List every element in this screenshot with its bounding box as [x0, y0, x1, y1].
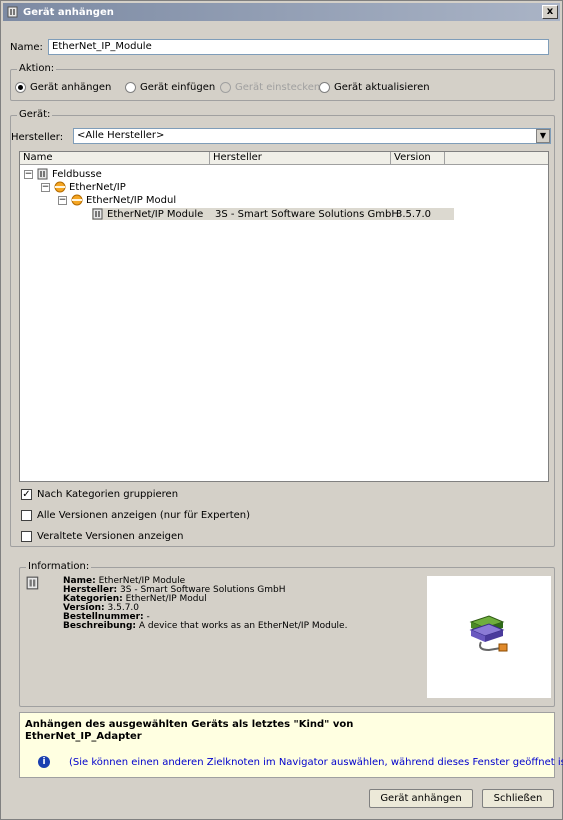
tree-node-feldbusse[interactable]: − Feldbusse: [24, 168, 102, 180]
info-key: Beschreibung:: [63, 621, 136, 631]
radio-insert[interactable]: Gerät einfügen: [125, 82, 215, 93]
radio-update[interactable]: Gerät aktualisieren: [319, 82, 430, 93]
device-group: Gerät: Hersteller: <Alle Hersteller> ▼ N…: [10, 109, 555, 547]
tree-node-version: 3.5.7.0: [396, 208, 431, 220]
device-image: [427, 576, 551, 698]
checkbox-all-versions[interactable]: Alle Versionen anzeigen (nur für Experte…: [21, 510, 250, 521]
device-illustration-icon: [469, 615, 508, 652]
collapse-icon[interactable]: −: [58, 195, 67, 205]
network-icon: [54, 181, 66, 193]
radio-attach[interactable]: Gerät anhängen: [15, 82, 111, 93]
manufacturer-label: Hersteller:: [11, 132, 64, 143]
close-button[interactable]: Schließen: [482, 789, 554, 808]
column-header-manufacturer[interactable]: Hersteller: [210, 152, 391, 164]
manufacturer-value: <Alle Hersteller>: [77, 130, 165, 141]
checkbox[interactable]: [21, 510, 32, 521]
checkbox-label: Veraltete Versionen anzeigen: [37, 531, 184, 542]
radio-label: Gerät aktualisieren: [334, 82, 430, 93]
tree-node-label: EtherNet/IP: [69, 181, 126, 193]
collapse-icon[interactable]: −: [24, 169, 33, 179]
tree-header: Name Hersteller Version: [20, 152, 548, 165]
title-bar: Gerät anhängen x: [3, 3, 560, 21]
tree-node-label: EtherNet/IP Modul: [86, 194, 177, 206]
device-icon: [7, 6, 18, 18]
tree-node-ethernetip[interactable]: − EtherNet/IP: [41, 181, 126, 193]
action-legend: Aktion:: [17, 63, 57, 74]
tree-node-ethernetip-modul[interactable]: − EtherNet/IP Modul: [58, 194, 176, 206]
column-header-version[interactable]: Version: [391, 152, 445, 164]
radio-button[interactable]: [319, 82, 330, 93]
hint-note: (Sie können einen anderen Zielknoten im …: [69, 757, 563, 768]
tree-node-label: Feldbusse: [52, 168, 102, 180]
information-group: Information: Name: EtherNet/IP Module He…: [19, 561, 555, 707]
radio-plug: Gerät einstecken: [220, 82, 320, 93]
hint-box: Anhängen des ausgewählten Geräts als let…: [19, 712, 563, 778]
device-legend: Gerät:: [17, 109, 53, 120]
name-label: Name:: [10, 42, 43, 53]
tree-node-label: EtherNet/IP Module: [107, 208, 204, 220]
checkbox-group-by-category[interactable]: ✓ Nach Kategorien gruppieren: [21, 489, 178, 500]
hint-title-line1: Anhängen des ausgewählten Geräts als let…: [25, 719, 354, 730]
name-input[interactable]: EtherNet_IP_Module: [48, 39, 549, 55]
checkbox-obsolete-versions[interactable]: Veraltete Versionen anzeigen: [21, 531, 183, 542]
device-icon: [26, 576, 39, 590]
radio-button[interactable]: [125, 82, 136, 93]
hint-title: Anhängen des ausgewählten Geräts als let…: [25, 719, 353, 743]
hint-title-line2: EtherNet_IP_Adapter: [25, 731, 142, 742]
network-icon: [71, 194, 83, 206]
info-value: A device that works as an EtherNet/IP Mo…: [138, 621, 348, 631]
collapse-icon[interactable]: −: [41, 182, 50, 192]
close-window-button[interactable]: x: [542, 5, 558, 19]
column-header-name[interactable]: Name: [20, 152, 210, 164]
checkbox[interactable]: ✓: [21, 489, 32, 500]
tree-node-ethernetip-module[interactable]: EtherNet/IP Module 3S - Smart Software S…: [92, 208, 454, 220]
chevron-down-icon[interactable]: ▼: [536, 129, 550, 143]
info-icon: i: [38, 756, 50, 768]
attach-device-dialog: Gerät anhängen x Name: EtherNet_IP_Modul…: [0, 0, 563, 820]
device-tree[interactable]: Name Hersteller Version − Feldbusse − Et…: [19, 151, 549, 482]
checkbox-label: Alle Versionen anzeigen (nur für Experte…: [37, 510, 251, 521]
device-icon: [37, 168, 48, 180]
radio-button: [220, 82, 231, 93]
radio-label: Gerät einstecken: [235, 82, 321, 93]
information-details: Name: EtherNet/IP Module Hersteller: 3S …: [63, 577, 347, 631]
tree-node-manufacturer: 3S - Smart Software Solutions GmbH: [215, 208, 399, 220]
checkbox-label: Nach Kategorien gruppieren: [37, 489, 179, 500]
action-group: Aktion: Gerät anhängen Gerät einfügen Ge…: [10, 63, 555, 101]
information-legend: Information:: [26, 561, 92, 572]
radio-label: Gerät anhängen: [30, 82, 112, 93]
checkbox[interactable]: [21, 531, 32, 542]
radio-label: Gerät einfügen: [140, 82, 216, 93]
radio-button[interactable]: [15, 82, 26, 93]
device-icon: [92, 208, 103, 220]
manufacturer-select[interactable]: <Alle Hersteller>: [73, 128, 551, 144]
window-title: Gerät anhängen: [23, 6, 114, 18]
attach-device-button[interactable]: Gerät anhängen: [369, 789, 473, 808]
